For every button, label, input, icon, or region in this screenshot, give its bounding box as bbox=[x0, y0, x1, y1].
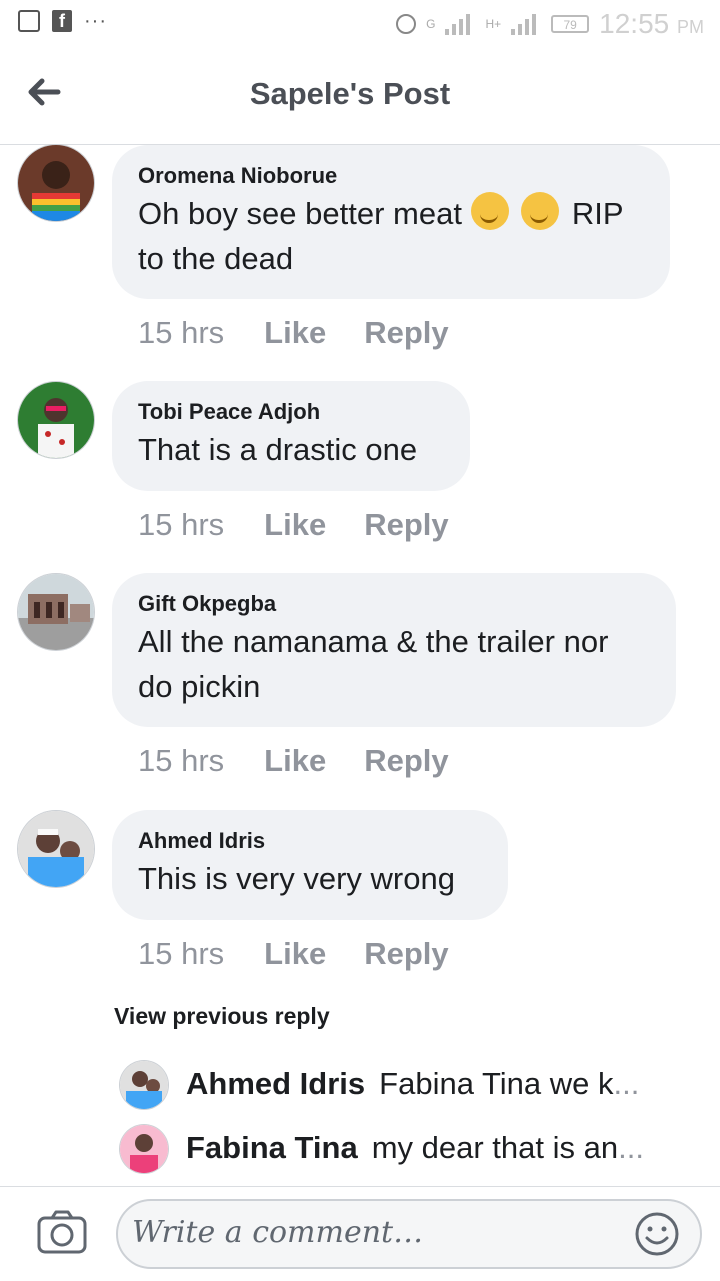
comment-bubble[interactable]: Ahmed Idris This is very very wrong bbox=[112, 810, 508, 920]
comment-text: All the namanama & the trailer nor do pi… bbox=[138, 624, 609, 704]
clock: 12:55 PM bbox=[599, 8, 704, 40]
reply-item[interactable]: Fabina Tina my dear that is an... bbox=[0, 1124, 720, 1178]
comment-bubble[interactable]: Tobi Peace Adjoh That is a drastic one bbox=[112, 381, 470, 491]
reply-button[interactable]: Reply bbox=[364, 507, 448, 543]
clock-ampm: PM bbox=[677, 17, 704, 37]
reply-preview: Ahmed Idris Fabina Tina we k... bbox=[186, 1066, 666, 1102]
facebook-notification-icon: f bbox=[52, 10, 72, 32]
alarm-icon bbox=[396, 14, 417, 34]
view-previous-reply-link[interactable]: View previous reply bbox=[114, 1003, 330, 1030]
comment-placeholder: Write a comment… bbox=[132, 1215, 424, 1250]
comment-timestamp[interactable]: 15 hrs bbox=[138, 743, 224, 779]
reply-avatar[interactable] bbox=[120, 1125, 168, 1173]
reply-ellipsis: ... bbox=[613, 1066, 640, 1101]
battery-icon: 79 bbox=[551, 15, 590, 33]
network-indicator-1: G bbox=[426, 17, 436, 31]
comment-bubble[interactable]: Oromena Nioborue Oh boy see better meat … bbox=[112, 145, 670, 299]
avatar[interactable] bbox=[18, 382, 94, 458]
reply-text: my dear that is an bbox=[371, 1130, 619, 1165]
page-header: Sapele's Post bbox=[0, 48, 720, 145]
commenter-name[interactable]: Gift Okpegba bbox=[138, 589, 648, 619]
like-button[interactable]: Like bbox=[264, 315, 326, 351]
like-button[interactable]: Like bbox=[264, 936, 326, 972]
reply-author[interactable]: Fabina Tina bbox=[186, 1130, 358, 1165]
comment-text-part: Oh boy see better meat bbox=[138, 196, 471, 231]
comment-actions: 15 hrs Like Reply bbox=[138, 507, 487, 543]
reply-text: Fabina Tina we k bbox=[379, 1066, 614, 1101]
reply-button[interactable]: Reply bbox=[364, 315, 448, 351]
yum-emoji-icon bbox=[470, 192, 509, 230]
emoji-button[interactable] bbox=[634, 1211, 680, 1257]
comment-text: That is a drastic one bbox=[138, 432, 418, 467]
commenter-name[interactable]: Tobi Peace Adjoh bbox=[138, 397, 442, 427]
commenter-name[interactable]: Ahmed Idris bbox=[138, 826, 480, 856]
status-bar: f ··· G H+ 79 12:55 PM bbox=[0, 0, 720, 48]
comment-actions: 15 hrs Like Reply bbox=[138, 743, 487, 779]
camera-icon bbox=[37, 1210, 87, 1254]
reply-button[interactable]: Reply bbox=[364, 743, 448, 779]
commenter-name[interactable]: Oromena Nioborue bbox=[138, 161, 642, 191]
clock-time: 12:55 bbox=[599, 8, 670, 39]
like-button[interactable]: Like bbox=[264, 743, 326, 779]
comment-actions: 15 hrs Like Reply bbox=[138, 936, 487, 972]
comment-timestamp[interactable]: 15 hrs bbox=[138, 507, 224, 543]
reply-avatar[interactable] bbox=[120, 1061, 168, 1109]
signal-icon-2 bbox=[511, 14, 537, 35]
gallery-notification-icon bbox=[18, 10, 40, 32]
comment-timestamp[interactable]: 15 hrs bbox=[138, 936, 224, 972]
comment-text: Oh boy see better meat RIP to the dead bbox=[138, 191, 642, 281]
comment-composer: Write a comment… bbox=[0, 1186, 720, 1281]
page-title: Sapele's Post bbox=[249, 76, 451, 111]
reply-button[interactable]: Reply bbox=[364, 936, 448, 972]
reply-preview: Fabina Tina my dear that is an... bbox=[186, 1130, 666, 1166]
reply-ellipsis: ... bbox=[618, 1130, 644, 1165]
avatar[interactable] bbox=[18, 145, 94, 221]
like-button[interactable]: Like bbox=[264, 507, 326, 543]
avatar[interactable] bbox=[18, 811, 94, 887]
comment-input[interactable]: Write a comment… bbox=[116, 1199, 702, 1269]
comment-bubble[interactable]: Gift Okpegba All the namanama & the trai… bbox=[112, 573, 676, 727]
camera-button[interactable] bbox=[36, 1209, 88, 1255]
avatar[interactable] bbox=[18, 574, 94, 650]
yum-emoji-icon bbox=[521, 192, 560, 230]
comment-text: This is very very wrong bbox=[138, 861, 455, 896]
reply-item[interactable]: Ahmed Idris Fabina Tina we k... bbox=[0, 1060, 720, 1114]
signal-icon bbox=[445, 14, 471, 35]
comment-actions: 15 hrs Like Reply bbox=[138, 315, 487, 351]
battery-level: 79 bbox=[563, 18, 577, 32]
more-notifications-icon: ··· bbox=[84, 10, 107, 32]
smiley-icon bbox=[635, 1212, 679, 1256]
comment-timestamp[interactable]: 15 hrs bbox=[138, 315, 224, 351]
reply-author[interactable]: Ahmed Idris bbox=[186, 1066, 365, 1101]
network-indicator-2: H+ bbox=[485, 17, 502, 31]
